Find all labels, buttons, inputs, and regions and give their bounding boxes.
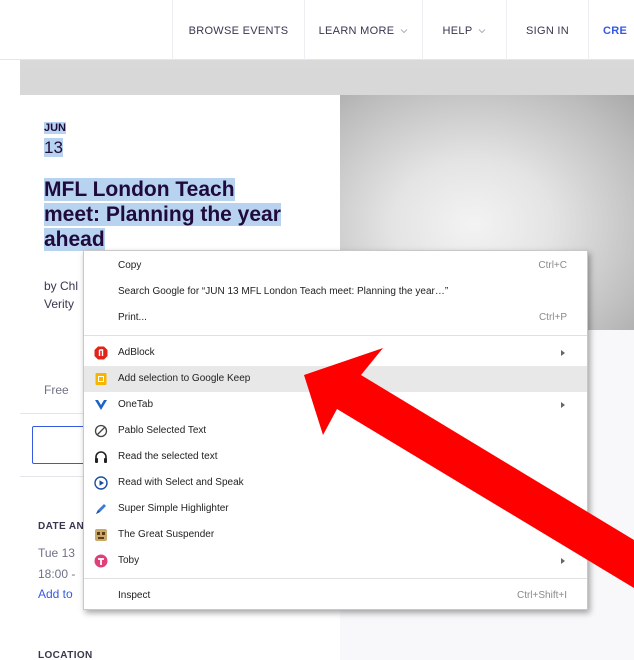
menu-separator [84, 335, 587, 336]
print-label: Print... [118, 312, 147, 323]
top-navigation: BROWSE EVENTS LEARN MORE HELP SIGN IN CR… [0, 0, 634, 60]
nav-sign-in-label: SIGN IN [525, 25, 570, 37]
event-month: JUN [44, 122, 67, 134]
onetab-label: OneTab [118, 399, 154, 410]
submenu-arrow-icon [561, 402, 565, 408]
submenu-arrow-icon [561, 558, 565, 564]
context-menu-great-suspender[interactable]: The Great Suspender [84, 522, 587, 548]
event-time-text: 18:00 - [38, 567, 76, 581]
context-menu-google-keep[interactable]: Add selection to Google Keep [84, 366, 587, 392]
context-menu: Copy Ctrl+C Search Google for “JUN 13 MF… [83, 250, 588, 610]
nav-learn-more[interactable]: LEARN MORE [304, 0, 422, 60]
event-day: 13 [44, 138, 63, 157]
location-heading: LOCATION [38, 650, 93, 660]
headphones-icon [94, 450, 108, 464]
onetab-icon [94, 398, 108, 412]
toby-icon [94, 554, 108, 568]
context-menu-toby[interactable]: Toby [84, 548, 587, 574]
event-title-line-3: ahead [44, 228, 105, 251]
context-menu-inspect[interactable]: Inspect Ctrl+Shift+I [84, 583, 587, 609]
date-and-time-heading: DATE AN [38, 521, 85, 532]
nav-create-label: CRE [603, 25, 628, 37]
context-menu-pablo[interactable]: Pablo Selected Text [84, 418, 587, 444]
google-keep-icon [94, 372, 108, 386]
nav-create-event[interactable]: CRE [588, 0, 634, 60]
context-menu-adblock[interactable]: AdBlock [84, 340, 587, 366]
menu-separator [84, 578, 587, 579]
nav-learn-more-label: LEARN MORE [318, 25, 395, 37]
adblock-icon [94, 346, 108, 360]
chevron-down-icon [400, 27, 408, 35]
google-keep-label: Add selection to Google Keep [118, 373, 251, 384]
great-suspender-label: The Great Suspender [118, 529, 215, 540]
nav-help-label: HELP [442, 25, 473, 37]
inspect-label: Inspect [118, 590, 151, 601]
read-selected-label: Read the selected text [118, 451, 218, 462]
pablo-label: Pablo Selected Text [118, 425, 207, 436]
copy-label: Copy [118, 260, 142, 271]
nav-help[interactable]: HELP [422, 0, 506, 60]
print-shortcut: Ctrl+P [538, 312, 567, 323]
highlighter-icon [94, 502, 108, 516]
organizer-text[interactable]: by Chl Verity [44, 277, 78, 313]
event-title-line-2: meet: Planning the year [44, 203, 281, 226]
organizer-line-1: by Chl [44, 279, 79, 293]
context-menu-search-google[interactable]: Search Google for “JUN 13 MFL London Tea… [84, 279, 587, 305]
nav-browse-events-label: BROWSE EVENTS [188, 25, 289, 37]
copy-shortcut: Ctrl+C [538, 260, 567, 271]
adblock-label: AdBlock [118, 347, 155, 358]
chevron-down-icon [478, 27, 486, 35]
add-to-calendar-link[interactable]: Add to [38, 587, 73, 601]
event-title: MFL London Teach meet: Planning the year… [44, 177, 334, 252]
search-google-label: Search Google for “JUN 13 MFL London Tea… [118, 286, 449, 297]
nav-sign-in[interactable]: SIGN IN [506, 0, 588, 60]
context-menu-highlighter[interactable]: Super Simple Highlighter [84, 496, 587, 522]
select-speak-label: Read with Select and Speak [118, 477, 244, 488]
context-menu-read-selected[interactable]: Read the selected text [84, 444, 587, 470]
event-title-line-1: MFL London Teach [44, 178, 235, 201]
toby-label: Toby [118, 555, 140, 566]
suspender-icon [94, 528, 108, 542]
inspect-shortcut: Ctrl+Shift+I [516, 590, 567, 601]
play-circle-icon [94, 476, 108, 490]
event-date-text: Tue 13 [38, 546, 75, 560]
context-menu-onetab[interactable]: OneTab [84, 392, 587, 418]
event-price: Free [44, 383, 69, 397]
context-menu-copy[interactable]: Copy Ctrl+C [84, 253, 587, 279]
context-menu-print[interactable]: Print... Ctrl+P [84, 305, 587, 331]
context-menu-select-speak[interactable]: Read with Select and Speak [84, 470, 587, 496]
submenu-arrow-icon [561, 350, 565, 356]
highlighter-label: Super Simple Highlighter [118, 503, 229, 514]
pablo-icon [94, 424, 108, 438]
organizer-line-2: Verity [44, 297, 75, 311]
nav-browse-events[interactable]: BROWSE EVENTS [172, 0, 304, 60]
